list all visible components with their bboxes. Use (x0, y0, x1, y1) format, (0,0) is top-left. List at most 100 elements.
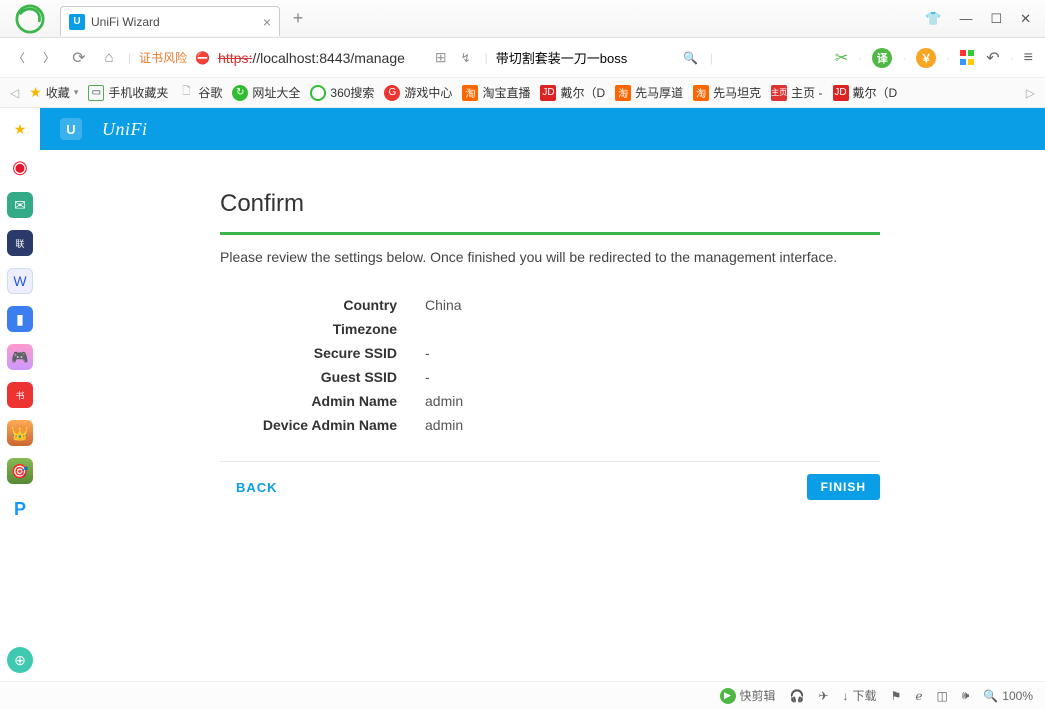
minimize-button[interactable]: — (959, 11, 972, 27)
unifi-mark: U (60, 118, 82, 140)
status-clip[interactable]: ▶快剪辑 (720, 687, 776, 704)
separator: · (946, 51, 950, 65)
bookmark-dell1[interactable]: JD戴尔（D (540, 84, 605, 101)
bookmark-xianma1[interactable]: 淘先马厚道 (615, 84, 683, 101)
menu-icon[interactable]: ≡ (1024, 49, 1033, 67)
field-row: Secure SSID- (220, 341, 880, 365)
refresh-button[interactable]: ⟳ (68, 47, 90, 69)
nav-forward-button[interactable]: 〉 (38, 47, 60, 69)
bookmark-game[interactable]: G游戏中心 (384, 84, 452, 101)
favorites-label: 收藏 (46, 84, 70, 101)
separator: · (1010, 51, 1014, 65)
tao-icon: 淘 (693, 85, 709, 101)
separator: | (128, 51, 131, 65)
bookmarks-scroll-right[interactable]: ▷ (1026, 86, 1035, 100)
side-game2-icon[interactable]: 👑 (7, 420, 33, 446)
home-icon: 主页 (771, 85, 787, 101)
jd-icon: JD (833, 85, 849, 101)
title-bar: U UniFi Wizard × + 👕 — ☐ ✕ (0, 0, 1045, 38)
title-underline (220, 232, 880, 235)
window-controls: 👕 — ☐ ✕ (925, 11, 1045, 27)
bookmark-xianma2[interactable]: 淘先马坦克 (693, 84, 761, 101)
status-rocket-icon[interactable]: ✈ (818, 689, 828, 703)
nav-back-button[interactable]: 〈 (8, 47, 30, 69)
toolbar-icons: ✂ · 译 · ￥ · ↶ · ≡ (835, 48, 1037, 68)
bookmarks-scroll-left[interactable]: ◁ (10, 86, 19, 100)
field-row: CountryChina (220, 293, 880, 317)
side-assist-icon[interactable]: ⊕ (7, 647, 33, 673)
bookmark-mobile[interactable]: ▭手机收藏夹 (88, 84, 168, 101)
summary-fields: CountryChina Timezone Secure SSID- Guest… (220, 293, 880, 437)
bookmark-home[interactable]: 主页主页 - (771, 84, 822, 101)
separator: | (485, 51, 488, 65)
unifi-logo: UniFi (102, 119, 148, 140)
url-protocol: https: (218, 50, 252, 66)
unifi-header: U UniFi (40, 108, 1045, 150)
status-ie-icon[interactable]: ℯ (915, 689, 922, 703)
side-app1-icon[interactable]: 联 (7, 230, 33, 256)
side-game3-icon[interactable]: 🎯 (7, 458, 33, 484)
search-input[interactable] (496, 50, 672, 65)
page-icon: 🗋 (178, 85, 194, 101)
bookmark-google[interactable]: 🗋谷歌 (178, 84, 222, 101)
status-window-icon[interactable]: ◫ (936, 689, 947, 703)
confirm-panel: Confirm Please review the settings below… (220, 190, 880, 500)
divider (220, 461, 880, 462)
side-game1-icon[interactable]: 🎮 (7, 344, 33, 370)
lightning-icon[interactable]: ↯ (455, 47, 477, 69)
favorites-button[interactable]: ★收藏▾ (29, 84, 78, 101)
field-row: Admin Nameadmin (220, 389, 880, 413)
bookmark-360search[interactable]: 360搜索 (310, 84, 374, 101)
close-window-button[interactable]: ✕ (1020, 11, 1031, 27)
separator: | (710, 51, 713, 65)
cert-warning-icon: ⛔ (195, 51, 210, 65)
back-button[interactable]: BACK (236, 480, 278, 495)
field-row: Timezone (220, 317, 880, 341)
status-flag-icon[interactable]: ⚑ (891, 689, 902, 703)
separator: · (858, 51, 862, 65)
side-star-icon[interactable]: ★ (7, 116, 33, 142)
bookmark-taobao[interactable]: 淘淘宝直播 (462, 84, 530, 101)
side-app2-icon[interactable]: ▮ (7, 306, 33, 332)
side-word-icon[interactable]: W (7, 268, 33, 294)
finish-button[interactable]: FINISH (807, 474, 880, 500)
side-panel: ★ ◉ ✉ 联 W ▮ 🎮 书 👑 🎯 P ⊕ (0, 108, 40, 681)
cert-warning-label[interactable]: 证书风险 (139, 49, 187, 66)
apps-icon[interactable] (960, 50, 976, 66)
bookmark-sites[interactable]: ↻网址大全 (232, 84, 300, 101)
tab-close-icon[interactable]: × (263, 14, 271, 30)
reward-icon[interactable]: ￥ (916, 48, 936, 68)
browser-logo (0, 0, 60, 38)
scissors-icon[interactable]: ✂ (835, 48, 848, 68)
jd-icon: JD (540, 85, 556, 101)
maximize-button[interactable]: ☐ (990, 11, 1002, 27)
status-sound-icon[interactable]: 🕪 (962, 688, 970, 703)
status-headphone-icon[interactable]: 🎧 (790, 689, 805, 703)
home-button[interactable]: ⌂ (98, 47, 120, 69)
side-pptv-icon[interactable]: P (7, 496, 33, 522)
translate-icon[interactable]: 译 (872, 48, 892, 68)
bookmarks-bar: ◁ ★收藏▾ ▭手机收藏夹 🗋谷歌 ↻网址大全 360搜索 G游戏中心 淘淘宝直… (0, 78, 1045, 108)
separator: · (902, 51, 906, 65)
tao-icon: 淘 (615, 85, 631, 101)
wardrobe-icon[interactable]: 👕 (925, 11, 941, 27)
so-icon (310, 85, 326, 101)
phone-icon: ▭ (88, 85, 104, 101)
url-display[interactable]: https://localhost:8443/manage (218, 50, 405, 66)
g-icon: G (384, 85, 400, 101)
bookmark-dell2[interactable]: JD戴尔（D (833, 84, 898, 101)
browser-tab[interactable]: U UniFi Wizard × (60, 6, 280, 36)
globe-icon: ↻ (232, 85, 248, 101)
qr-icon[interactable]: ⊞ (435, 49, 447, 66)
search-icon[interactable]: 🔍 (680, 47, 702, 69)
new-tab-button[interactable]: + (286, 8, 310, 29)
field-row: Device Admin Nameadmin (220, 413, 880, 437)
side-weibo-icon[interactable]: ◉ (7, 154, 33, 180)
panel-instruction: Please review the settings below. Once f… (220, 249, 880, 265)
side-mail-icon[interactable]: ✉ (7, 192, 33, 218)
undo-icon[interactable]: ↶ (986, 48, 999, 68)
url-path: //localhost:8443/manage (252, 50, 405, 66)
status-download[interactable]: ↓ 下载 (843, 687, 877, 704)
side-book-icon[interactable]: 书 (7, 382, 33, 408)
status-zoom[interactable]: 🔍 100% (983, 689, 1033, 703)
